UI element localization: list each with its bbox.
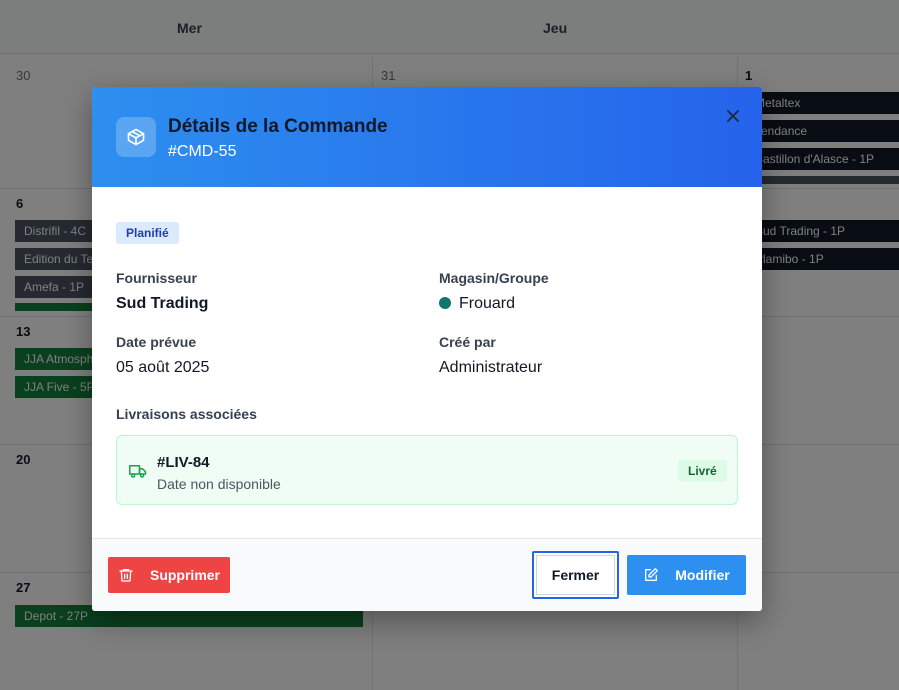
trash-icon [119,569,133,582]
deliveries-label: Livraisons associées [116,406,257,422]
delivery-id: #LIV-84 [157,454,210,471]
delivery-item[interactable]: #LIV-84 Date non disponible Livré [116,435,738,505]
supplier-value: Sud Trading [116,295,209,312]
close-button[interactable]: Fermer [532,551,619,599]
status-badge: Planifié [116,222,179,244]
truck-icon [129,462,147,480]
delete-button-label: Supprimer [149,567,220,583]
close-icon[interactable] [722,105,744,127]
modal-header: Détails de la Commande #CMD-55 [92,87,762,187]
modal-title: Détails de la Commande [168,116,388,137]
order-details-modal: Détails de la Commande #CMD-55 Planifié … [92,87,762,611]
order-id: #CMD-55 [168,143,237,160]
created-by-label: Créé par [439,334,496,350]
edit-icon [645,568,659,581]
package-icon [116,117,156,157]
store-name: Frouard [459,295,516,312]
scheduled-date-value: 05 août 2025 [116,359,210,376]
store-label: Magasin/Groupe [439,270,549,286]
created-by-value: Administrateur [439,359,543,376]
edit-button-label: Modifier [675,567,730,583]
close-button-label: Fermer [551,567,600,583]
store-value: Frouard [439,295,515,313]
delivery-date: Date non disponible [157,476,281,492]
scheduled-date-label: Date prévue [116,334,197,350]
edit-button[interactable]: Modifier [627,555,746,595]
delete-button[interactable]: Supprimer [108,557,230,593]
close-button-inner: Fermer [536,555,615,595]
store-color-dot [439,297,451,309]
supplier-label: Fournisseur [116,270,197,286]
modal-footer: Supprimer Fermer Modifier [92,538,762,611]
delivery-status-badge: Livré [678,460,727,482]
